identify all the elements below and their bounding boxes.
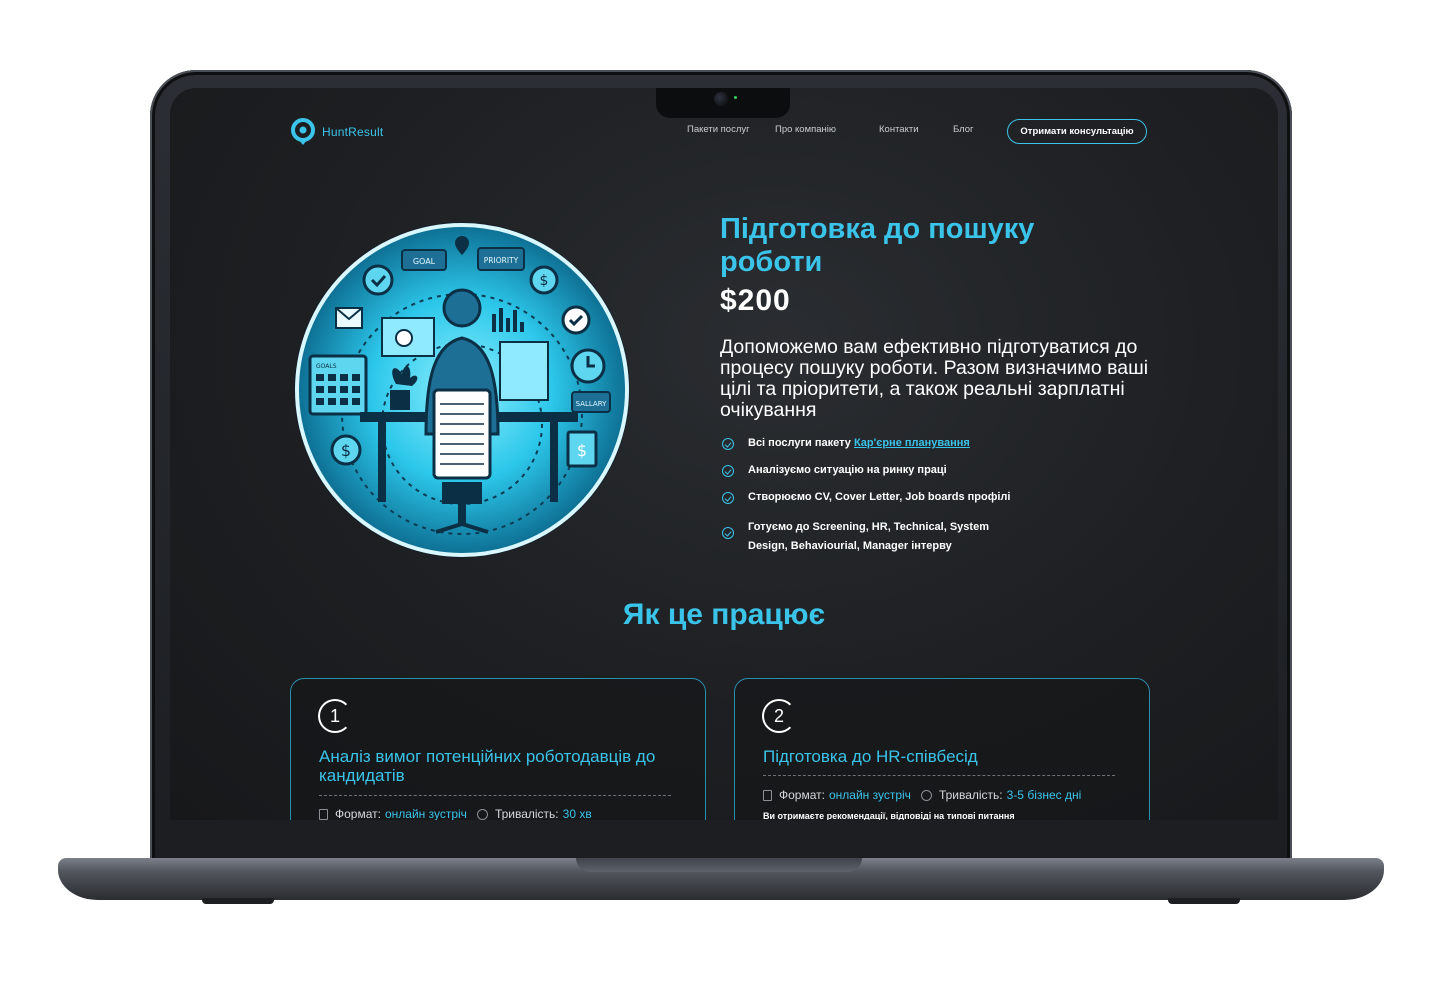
priority-tag: PRIORITY bbox=[484, 256, 519, 265]
goals-tag: GOALS bbox=[316, 363, 337, 370]
duration-label: Тривалість: bbox=[938, 788, 1003, 802]
hero-description: Допоможемо вам ефективно підготуватися д… bbox=[720, 336, 1149, 421]
laptop-base-notch bbox=[576, 858, 862, 872]
nav-contacts[interactable]: Контакти bbox=[879, 124, 919, 135]
duration-value: 30 хв bbox=[562, 807, 592, 820]
career-planning-link[interactable]: Кар'єрне планування bbox=[854, 437, 970, 449]
laptop-foot-left bbox=[202, 898, 274, 904]
step-card: 2 Підготовка до HR-співбесід Формат: онл… bbox=[734, 678, 1150, 820]
feature-item: Всі послуги пакету Кар'єрне планування bbox=[722, 437, 970, 450]
check-icon bbox=[722, 492, 734, 504]
logo-text: HuntResult bbox=[322, 125, 384, 139]
step-number: 1 bbox=[318, 699, 352, 733]
hero-price: $200 bbox=[720, 284, 791, 317]
feature-item: Аналізуємо ситуацію на ринку праці bbox=[722, 464, 947, 477]
step-meta: Формат: онлайн зустріч Тривалість: 3-5 б… bbox=[763, 788, 1081, 802]
hero-illustration: GOAL PRIORITY $ GOALS $ SALLARY $ bbox=[286, 214, 638, 566]
check-icon bbox=[722, 527, 734, 539]
check-icon bbox=[722, 438, 734, 450]
cards-viewport: 1 Аналіз вимог потенційних роботодавців … bbox=[170, 660, 1278, 820]
step-title: Підготовка до HR-співбесід bbox=[763, 747, 978, 766]
format-label: Формат: bbox=[335, 807, 381, 820]
hero-title: Підготовка до пошуку роботи bbox=[720, 213, 1035, 278]
step-title: Аналіз вимог потенційних роботодавців до… bbox=[319, 747, 656, 785]
salary-tag: SALLARY bbox=[576, 400, 608, 408]
step-number: 2 bbox=[762, 699, 796, 733]
svg-text:$: $ bbox=[341, 441, 351, 460]
camera-icon bbox=[714, 92, 728, 106]
feature-text: Готуємо до Screening, HR, Technical, Sys… bbox=[748, 521, 989, 552]
section-title: Як це працює bbox=[622, 598, 826, 631]
clock-icon bbox=[476, 808, 488, 820]
step-meta: Формат: онлайн зустріч Тривалість: 30 хв bbox=[319, 807, 592, 820]
duration-label: Тривалість: bbox=[494, 807, 559, 820]
nav-about[interactable]: Про компанію bbox=[775, 124, 836, 135]
camera-led bbox=[734, 96, 737, 99]
consultation-button[interactable]: Отримати консультацію bbox=[1007, 119, 1147, 144]
step-divider bbox=[319, 795, 671, 796]
duration-value: 3-5 бізнес дні bbox=[1006, 788, 1082, 802]
format-value: онлайн зустріч bbox=[828, 788, 911, 802]
clock-icon bbox=[920, 789, 932, 801]
feature-text: Аналізуємо ситуацію на ринку праці bbox=[748, 464, 947, 476]
document-icon bbox=[763, 789, 772, 801]
svg-text:$: $ bbox=[577, 441, 587, 460]
svg-text:$: $ bbox=[540, 273, 549, 289]
format-label: Формат: bbox=[779, 788, 825, 802]
format-value: онлайн зустріч bbox=[384, 807, 467, 820]
step-divider bbox=[763, 775, 1115, 776]
step-text: Ви отримаєте рекомендації, відповіді на … bbox=[763, 811, 1015, 820]
logo-icon bbox=[290, 118, 316, 146]
nav-blog[interactable]: Блог bbox=[953, 124, 974, 135]
goal-tag: GOAL bbox=[413, 257, 436, 266]
laptop-foot-right bbox=[1168, 898, 1240, 904]
logo[interactable]: HuntResult bbox=[290, 118, 383, 146]
document-icon bbox=[319, 808, 328, 820]
nav-packages[interactable]: Пакети послуг bbox=[687, 124, 750, 135]
feature-item: Готуємо до Screening, HR, Technical, Sys… bbox=[722, 518, 1018, 556]
feature-text: Створюємо CV, Cover Letter, Job boards п… bbox=[748, 491, 1011, 503]
step-card: 1 Аналіз вимог потенційних роботодавців … bbox=[290, 678, 706, 820]
feature-item: Створюємо CV, Cover Letter, Job boards п… bbox=[722, 491, 1010, 504]
feature-text: Всі послуги пакету bbox=[748, 437, 854, 449]
check-icon bbox=[722, 465, 734, 477]
